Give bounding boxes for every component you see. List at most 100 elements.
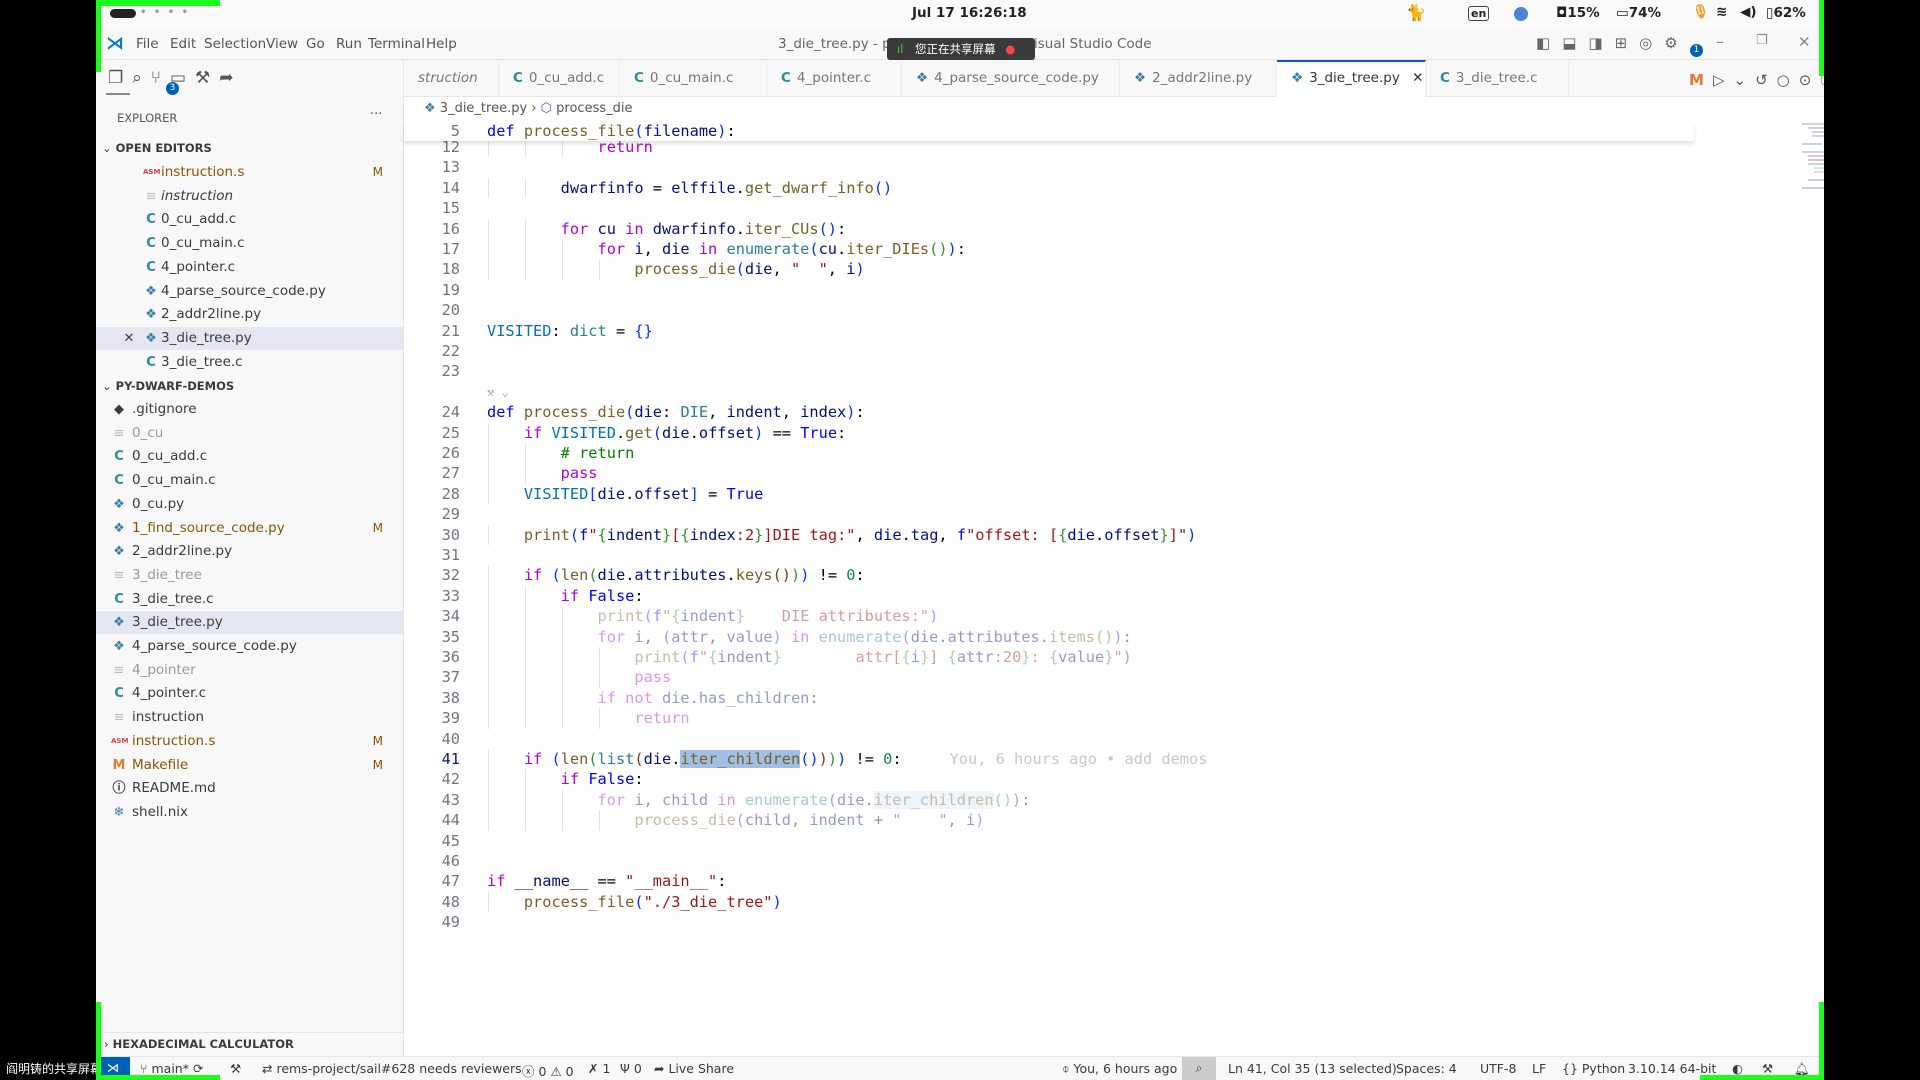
code-line[interactable]: 29 [404,504,1694,524]
file-item[interactable]: ≡ 0_cu [96,422,403,445]
language-mode[interactable]: {} Python [1562,1061,1625,1076]
file-item[interactable]: ◆ .gitignore [96,398,403,421]
file-item[interactable]: ❖ 0_cu.py [96,493,403,516]
code-line[interactable]: 26 # return [404,443,1694,464]
toggle-panel-icon[interactable]: ⬓ [1562,34,1588,52]
code-line[interactable]: 32 if (len(die.attributes.keys())) != 0: [404,565,1694,586]
sticky-scroll-line[interactable]: 5 def process_file(filename): [404,121,1694,142]
pull-request-item[interactable]: ⇄ rems-project/sail#628 needs reviewers [262,1061,522,1076]
toggle-sidebar-icon[interactable]: ◧ [1536,34,1562,52]
file-item[interactable]: ❖ 2_addr2line.py [96,540,403,563]
codelens-icon[interactable]: ⚒ ⌄ [487,382,509,402]
code-line[interactable]: 25 if VISITED.get(die.offset) == True: [404,422,1694,443]
file-item[interactable]: C 0_cu_add.c [96,445,403,468]
file-item[interactable]: C 3_die_tree.c [96,588,403,611]
branch-item[interactable]: ⑂ main* ⟳ [140,1061,203,1076]
volume-icon[interactable]: ◀) [1740,4,1757,20]
file-item[interactable]: ≡ 4_pointer [96,659,403,682]
close-tab-icon[interactable]: ✕ [1408,70,1423,86]
file-item[interactable]: C 4_pointer.c [96,682,403,705]
manage-gear-icon[interactable]: ⚙ [1664,34,1689,52]
live-share-item[interactable]: ➦ Live Share [654,1061,734,1076]
keyboard-layout[interactable]: en [1468,6,1490,21]
close-editor-icon[interactable]: ✕ [121,327,137,350]
file-item[interactable]: ≡ 3_die_tree [96,564,403,587]
screen-share-notice[interactable]: ıl 您正在共享屏幕 ● [887,38,1035,60]
code-line[interactable]: 40 [404,729,1694,749]
code-line[interactable]: 44 process_die(child, indent + " ", i) [404,810,1694,831]
code-line[interactable]: 49 [404,912,1694,932]
code-line[interactable]: 35 for i, (attr, value) in enumerate(die.… [404,626,1694,647]
code-line[interactable]: 16 for cu in dwarfinfo.iter_CUs(): [404,218,1694,239]
inline-blame[interactable]: You, 6 hours ago • add demos [950,750,1208,768]
code-line[interactable]: 43 for i, child in enumerate(die.iter_chi… [404,789,1694,811]
account-icon[interactable]: ◎ [1639,34,1664,52]
code-line[interactable]: 19 [404,280,1694,300]
code-area[interactable]: 12 return 13 14 dwarfinfo = elffile.get_dwar… [404,137,1694,1037]
file-item[interactable]: ASM instruction.s M [96,730,403,753]
tab-4_parse_source_code.py[interactable]: ❖ 4_parse_source_code.py [902,60,1120,97]
remote-count-item[interactable]: Ψ 0 [620,1061,642,1076]
menu-selection[interactable]: Selection [204,36,266,52]
code-line[interactable]: ⚒ ⌄ [404,382,1694,402]
code-line[interactable]: 28 VISITED[die.offset] = True [404,483,1694,505]
code-line[interactable]: 47 if __name__ == "__main__": [404,871,1694,891]
breadcrumb-file[interactable]: 3_die_tree.py [440,101,527,116]
ports-item[interactable]: ✗ 1 [588,1061,610,1076]
extension-status-icon[interactable]: ⚒ [1762,1061,1773,1076]
problems-item[interactable]: ⓧ 0 ⚠ 0 [522,1061,574,1080]
file-item[interactable]: C 4_pointer.c [96,256,403,279]
run-icon[interactable]: ▷ [1713,71,1734,89]
blame-item[interactable]: ⌽ You, 6 hours ago [1062,1061,1177,1077]
open-editors-header[interactable]: ⌄ OPEN EDITORS [96,137,403,159]
code-line[interactable]: 48 process_file("./3_die_tree") [404,891,1694,913]
code-line[interactable]: 45 [404,831,1694,851]
menu-edit[interactable]: Edit [170,36,196,52]
file-item[interactable]: C 0_cu_main.c [96,232,403,255]
file-item[interactable]: ≡ instruction [96,706,403,729]
live-share-icon[interactable]: ➦ [219,68,242,88]
code-line[interactable]: 37 pass [404,667,1694,688]
git-graph-icon[interactable]: ⚒ [230,1061,241,1076]
run-dropdown-chevron-icon[interactable]: ⌄ [1733,71,1755,89]
tab-struction[interactable]: struction [404,60,499,97]
code-line[interactable]: 33 if False: [404,585,1694,607]
file-item[interactable]: C 0_cu_add.c [96,208,403,231]
tab-3_die_tree.c[interactable]: C 3_die_tree.c [1426,60,1569,97]
tab-4_pointer.c[interactable]: C 4_pointer.c [767,60,902,97]
customize-layout-icon[interactable]: ⊞ [1615,34,1640,52]
file-item[interactable]: ❄ shell.nix [96,801,403,824]
folder-header[interactable]: ⌄ PY-DWARF-DEMOS [96,375,403,397]
file-item[interactable]: ASM instruction.s M [96,161,403,184]
python-interpreter[interactable]: 3.10.14 64-bit [1628,1061,1716,1076]
file-item[interactable]: C 3_die_tree.c [96,351,403,374]
app-tray-icon[interactable]: 🐈 [1406,3,1426,22]
toggle-secondary-sidebar-icon[interactable]: ◨ [1588,34,1614,52]
indentation[interactable]: Spaces: 4 [1396,1061,1457,1076]
code-line[interactable]: 42 if False: [404,769,1694,790]
file-item[interactable]: M Makefile M [96,754,403,777]
app-tray-icon-2[interactable] [1514,7,1528,21]
code-line[interactable]: 34 print(f"{indent} DIE attributes:") [404,606,1694,627]
code-line[interactable]: 39 return [404,708,1694,729]
file-item[interactable]: ≡ instruction [96,185,403,208]
timeline-back-icon[interactable]: ↺ [1755,71,1777,89]
file-item[interactable]: ❖ 2_addr2line.py [96,303,403,326]
clock[interactable]: Jul 17 16:26:18 [912,5,1027,21]
encoding[interactable]: UTF-8 [1480,1061,1516,1076]
prev-change-icon[interactable]: ○ [1777,71,1799,89]
tab-3_die_tree.py[interactable]: ❖ 3_die_tree.py ✕ [1277,60,1426,98]
stop-share-icon[interactable]: ● [1005,42,1015,56]
wifi-icon[interactable]: ≋ [1716,4,1727,20]
git-modified-indicator[interactable]: M [1689,71,1713,89]
menu-view[interactable]: View [266,36,298,52]
workspace-indicator[interactable] [110,9,136,18]
menu-run[interactable]: Run [336,36,362,52]
menu-go[interactable]: Go [306,36,325,52]
cursor-position[interactable]: Ln 41, Col 35 (13 selected) [1228,1061,1397,1076]
code-line[interactable]: 36 print(f"{indent} attr[{i}] {attr:20}: … [404,647,1694,668]
menu-terminal[interactable]: Terminal [368,36,425,52]
menu-file[interactable]: File [136,36,159,52]
close-window-button[interactable]: ✕ [1798,33,1811,51]
explorer-icon[interactable]: ❐ [108,68,132,88]
